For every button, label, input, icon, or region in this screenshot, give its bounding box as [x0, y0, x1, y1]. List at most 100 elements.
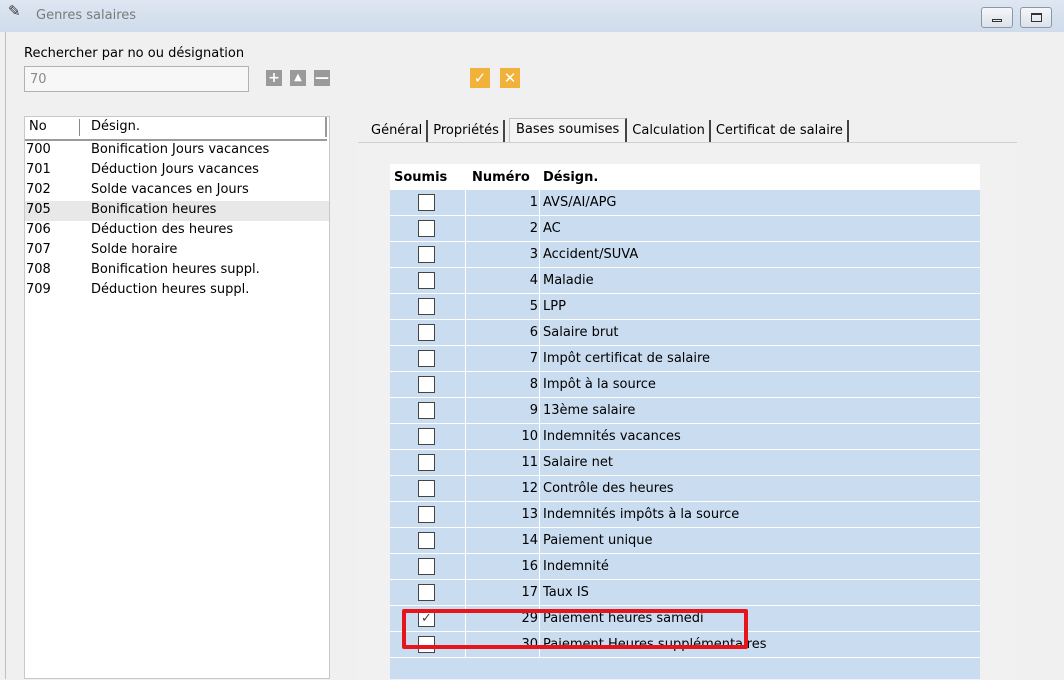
- soumis-checkbox[interactable]: [418, 350, 435, 367]
- numero-cell: 1: [466, 190, 540, 215]
- soumis-cell: [390, 372, 466, 397]
- grid-row[interactable]: 3 Accident/SUVA: [390, 242, 980, 268]
- grid-row[interactable]: 2 AC: [390, 216, 980, 242]
- add-button[interactable]: +: [266, 70, 282, 86]
- design-value: Maladie: [543, 273, 594, 288]
- cancel-button[interactable]: ✕: [500, 68, 520, 88]
- design-value: LPP: [543, 299, 566, 314]
- soumis-checkbox[interactable]: [418, 532, 435, 549]
- column-header-numero[interactable]: Numéro: [472, 170, 530, 185]
- numero-value: 8: [529, 377, 538, 392]
- list-item[interactable]: 707 Solde horaire: [25, 241, 329, 261]
- numero-cell: 10: [466, 424, 540, 449]
- soumis-checkbox[interactable]: [418, 402, 435, 419]
- list-item[interactable]: 706 Déduction des heures: [25, 221, 329, 241]
- list-item-no: 705: [26, 202, 51, 217]
- grid-row[interactable]: 13 Indemnités impôts à la source: [390, 502, 980, 528]
- soumis-cell: [390, 346, 466, 371]
- design-value: Indemnités impôts à la source: [543, 507, 740, 522]
- column-header-design[interactable]: Désign.: [543, 170, 598, 185]
- soumis-checkbox[interactable]: [418, 220, 435, 237]
- list-item[interactable]: 708 Bonification heures suppl.: [25, 261, 329, 281]
- soumis-cell: [390, 398, 466, 423]
- minimize-button[interactable]: [981, 7, 1013, 28]
- numero-value: 6: [529, 325, 538, 340]
- tab-g-n-ral[interactable]: Général: [370, 120, 429, 142]
- column-divider[interactable]: [79, 119, 80, 136]
- list-item[interactable]: 705 Bonification heures: [25, 201, 329, 221]
- grid-body: 1 AVS/AI/APG 2 AC 3 Accident/SUVA 4 Maladie 5 LPP…: [390, 190, 980, 658]
- grid-row[interactable]: 10 Indemnités vacances: [390, 424, 980, 450]
- search-input[interactable]: [24, 66, 249, 92]
- grid-row[interactable]: 17 Taux IS: [390, 580, 980, 606]
- window-frame-edge: [5, 32, 6, 679]
- grid-header: Soumis Numéro Désign.: [390, 164, 980, 190]
- column-header-no[interactable]: No: [29, 119, 47, 134]
- grid-row[interactable]: 8 Impôt à la source: [390, 372, 980, 398]
- tab-calculation[interactable]: Calculation: [631, 120, 711, 142]
- grid-row[interactable]: 5 LPP: [390, 294, 980, 320]
- list-item[interactable]: 700 Bonification Jours vacances: [25, 141, 329, 161]
- soumis-cell: [390, 528, 466, 553]
- list-item-no: 701: [26, 162, 51, 177]
- numero-value: 3: [529, 247, 538, 262]
- grid-row[interactable]: 14 Paiement unique: [390, 528, 980, 554]
- numero-value: 5: [529, 299, 538, 314]
- list-item[interactable]: 702 Solde vacances en Jours: [25, 181, 329, 201]
- soumis-checkbox[interactable]: [418, 584, 435, 601]
- soumis-checkbox[interactable]: [418, 428, 435, 445]
- soumis-cell: [390, 268, 466, 293]
- soumis-cell: [390, 476, 466, 501]
- design-value: Salaire brut: [543, 325, 619, 340]
- soumis-checkbox[interactable]: [418, 454, 435, 471]
- soumis-checkbox[interactable]: [418, 506, 435, 523]
- numero-cell: 11: [466, 450, 540, 475]
- list-item[interactable]: 701 Déduction Jours vacances: [25, 161, 329, 181]
- grid-row[interactable]: 7 Impôt certificat de salaire: [390, 346, 980, 372]
- highlight-annotation: [402, 609, 748, 649]
- numero-value: 4: [529, 273, 538, 288]
- column-divider-end[interactable]: [325, 117, 327, 137]
- tab-strip: Général Propriétés Bases soumises Calculati…: [370, 118, 853, 143]
- grid-row[interactable]: 12 Contrôle des heures: [390, 476, 980, 502]
- list-item-no: 706: [26, 222, 51, 237]
- list-rows: 700 Bonification Jours vacances 701 Déducti…: [25, 141, 329, 301]
- soumis-checkbox[interactable]: [418, 558, 435, 575]
- grid-row[interactable]: 1 AVS/AI/APG: [390, 190, 980, 216]
- grid-row[interactable]: 9 13ème salaire: [390, 398, 980, 424]
- soumis-cell: [390, 424, 466, 449]
- numero-cell: 16: [466, 554, 540, 579]
- restore-button[interactable]: [1020, 7, 1052, 28]
- grid-row[interactable]: 16 Indemnité: [390, 554, 980, 580]
- confirm-button[interactable]: ✓: [470, 68, 490, 88]
- soumis-checkbox[interactable]: [418, 376, 435, 393]
- grid-row[interactable]: 4 Maladie: [390, 268, 980, 294]
- soumis-checkbox[interactable]: [418, 480, 435, 497]
- design-value: Indemnités vacances: [543, 429, 681, 444]
- numero-cell: 2: [466, 216, 540, 241]
- column-header-soumis[interactable]: Soumis: [394, 170, 447, 185]
- soumis-cell: [390, 294, 466, 319]
- move-up-button[interactable]: ▲: [290, 70, 306, 86]
- soumis-checkbox[interactable]: [418, 194, 435, 211]
- design-value: Salaire net: [543, 455, 613, 470]
- tab-bases-soumises[interactable]: Bases soumises: [508, 118, 628, 143]
- numero-cell: 17: [466, 580, 540, 605]
- design-value: Accident/SUVA: [543, 247, 639, 262]
- column-header-design[interactable]: Désign.: [91, 119, 140, 134]
- grid-row[interactable]: 11 Salaire net: [390, 450, 980, 476]
- list-item-design: Bonification heures suppl.: [91, 262, 260, 277]
- soumis-checkbox[interactable]: [418, 298, 435, 315]
- salary-types-list[interactable]: No Désign. 700 Bonification Jours vacance…: [24, 116, 330, 679]
- soumis-cell: [390, 450, 466, 475]
- soumis-checkbox[interactable]: [418, 324, 435, 341]
- soumis-checkbox[interactable]: [418, 272, 435, 289]
- design-value: Impôt à la source: [543, 377, 656, 392]
- tab-propri-t-s[interactable]: Propriétés: [432, 120, 505, 142]
- soumis-checkbox[interactable]: [418, 246, 435, 263]
- tab-certificat-de-salaire[interactable]: Certificat de salaire: [715, 120, 849, 142]
- grid-row[interactable]: 6 Salaire brut: [390, 320, 980, 346]
- list-item[interactable]: 709 Déduction heures suppl.: [25, 281, 329, 301]
- numero-value: 11: [521, 455, 538, 470]
- remove-button[interactable]: —: [314, 70, 330, 86]
